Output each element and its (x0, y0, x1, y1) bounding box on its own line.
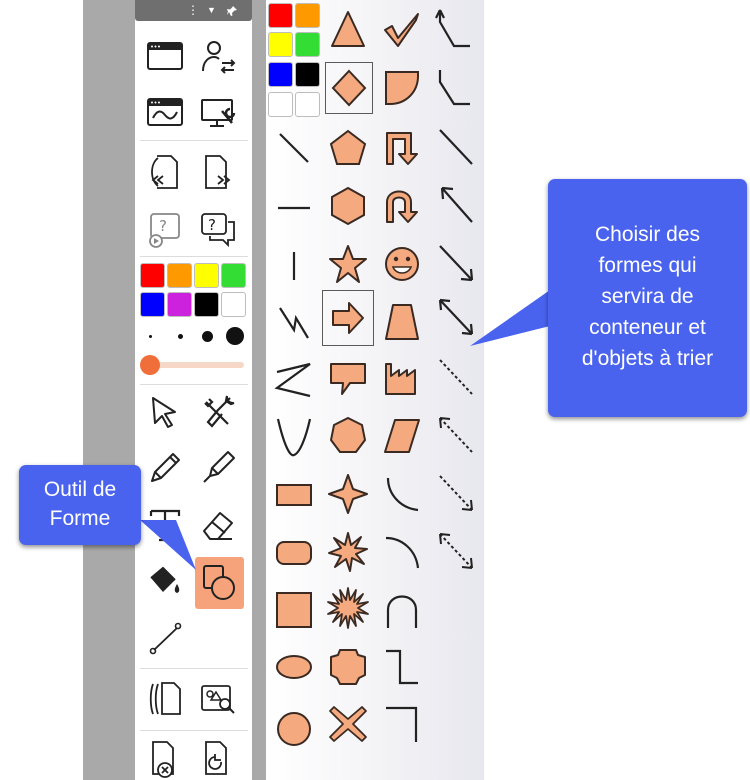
callout-shape-tool: Outil de Forme (19, 465, 141, 545)
callout-line: Outil de (43, 478, 117, 501)
callout-pointer-shape-tool (140, 520, 196, 570)
callout-line: Forme (49, 507, 111, 530)
callout-line: servira de (601, 285, 694, 308)
callout-line: conteneur et (589, 316, 706, 339)
callout-line: formes qui (598, 254, 697, 277)
callout-choose-shapes: Choisir des formes qui servira de conten… (548, 179, 747, 417)
callout-pointer-shapes (470, 290, 550, 346)
callout-line: d'objets à trier (581, 347, 714, 370)
callout-line: Choisir des (594, 223, 701, 246)
